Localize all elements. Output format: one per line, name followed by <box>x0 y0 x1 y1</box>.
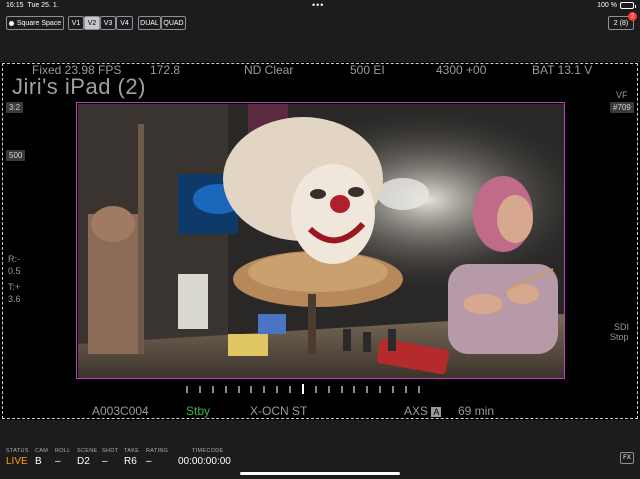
roll-value: – <box>55 456 61 467</box>
record-state: Stby <box>186 404 211 418</box>
level-indicator <box>186 384 420 394</box>
left-value-badge: 500 <box>6 150 26 161</box>
tint-label: T:+ <box>8 282 21 292</box>
status-time: 16:15 Tue 25. 1. <box>6 2 59 9</box>
roll-field[interactable]: ROLL – <box>55 448 71 467</box>
iris-value: 0.5 <box>8 266 21 276</box>
clip-name: A003C004 <box>92 404 149 418</box>
aspect-ratio-badge: 3:2 <box>6 102 24 113</box>
timecode-field[interactable]: TIMECODE 00:00:00:00 <box>178 448 231 467</box>
take-field[interactable]: TAKE R6 <box>124 448 139 467</box>
dual-button[interactable]: DUAL <box>138 16 161 30</box>
rating-field[interactable]: RATING – <box>146 448 168 467</box>
ios-status-bar: 16:15 Tue 25. 1. ••• 100 % <box>0 0 640 12</box>
media-slot-badge: A <box>431 407 442 417</box>
view-v3-button[interactable]: V3 <box>100 16 116 30</box>
stream-count-label: 2 (8) <box>613 19 629 27</box>
sub-toolbar <box>0 34 640 62</box>
hud-shutter: 172.8 <box>150 63 181 77</box>
shot-label: SHOT <box>102 448 119 454</box>
timecode-label: TIMECODE <box>192 448 224 454</box>
view-v2-button[interactable]: V2 <box>84 16 100 30</box>
view-v4-button[interactable]: V4 <box>116 16 133 30</box>
view-v1-button[interactable]: V1 <box>68 16 84 30</box>
square-space-button[interactable]: Square Space <box>6 16 64 30</box>
shot-value: – <box>102 456 108 467</box>
media-remaining: 69 min <box>458 404 495 418</box>
top-toolbar: Square Space V1 V2 V3 V4 DUAL QUAD 2 (8)… <box>0 12 640 34</box>
media-type-label: AXS <box>404 404 429 418</box>
square-space-label: Square Space <box>16 19 62 27</box>
take-label: TAKE <box>124 448 140 454</box>
roll-label: ROLL <box>55 448 71 454</box>
scene-value: D2 <box>77 456 90 467</box>
sdi-state: Stop <box>610 332 629 342</box>
sdi-label: SDI <box>614 322 630 332</box>
status-field[interactable]: STATUS LIVE <box>6 448 29 467</box>
dot-icon <box>8 20 14 26</box>
notification-badge: 2 <box>628 12 637 21</box>
scene-label: SCENE <box>77 448 98 454</box>
cam-value: B <box>35 456 42 467</box>
timecode-value: 00:00:00:00 <box>178 456 231 467</box>
rating-value: – <box>146 456 152 467</box>
hud-white-balance: 4300 +00 <box>436 63 487 77</box>
home-indicator[interactable] <box>240 472 400 475</box>
hud-nd: ND Clear <box>244 63 294 77</box>
hud-battery: BAT 13.1 V <box>532 63 593 77</box>
quad-button[interactable]: QUAD <box>161 16 186 30</box>
multitask-dots-icon[interactable]: ••• <box>312 0 324 10</box>
video-viewer[interactable]: Fixed 23.98 FPS 172.8 ND Clear 500 EI 43… <box>0 62 640 420</box>
iris-label: R:- <box>8 254 20 264</box>
fx-button[interactable]: FX <box>620 452 634 464</box>
shot-field[interactable]: SHOT – <box>102 448 118 467</box>
rating-label: RATING <box>146 448 169 454</box>
vf-label: VF <box>616 90 628 100</box>
status-value: LIVE <box>6 456 28 467</box>
codec: X-OCN ST <box>250 404 308 418</box>
scene-field[interactable]: SCENE D2 <box>77 448 97 467</box>
vf-badge: #709 <box>610 102 634 113</box>
status-battery: 100 % <box>597 2 636 9</box>
hud-ei: 500 EI <box>350 63 385 77</box>
stream-count-button[interactable]: 2 (8) 2 <box>608 12 637 30</box>
cam-field[interactable]: CAM B <box>35 448 48 467</box>
battery-icon <box>620 2 636 9</box>
frame-guide <box>76 102 565 379</box>
media-type: AXS A <box>404 404 442 418</box>
status-label: STATUS <box>6 448 29 454</box>
cam-label: CAM <box>35 448 49 454</box>
device-name: Jiri's iPad (2) <box>12 74 146 99</box>
take-value: R6 <box>124 456 137 467</box>
tint-value: 3.6 <box>8 294 21 304</box>
metadata-bar: STATUS LIVE CAM B ROLL – SCENE D2 SHOT –… <box>0 420 640 479</box>
